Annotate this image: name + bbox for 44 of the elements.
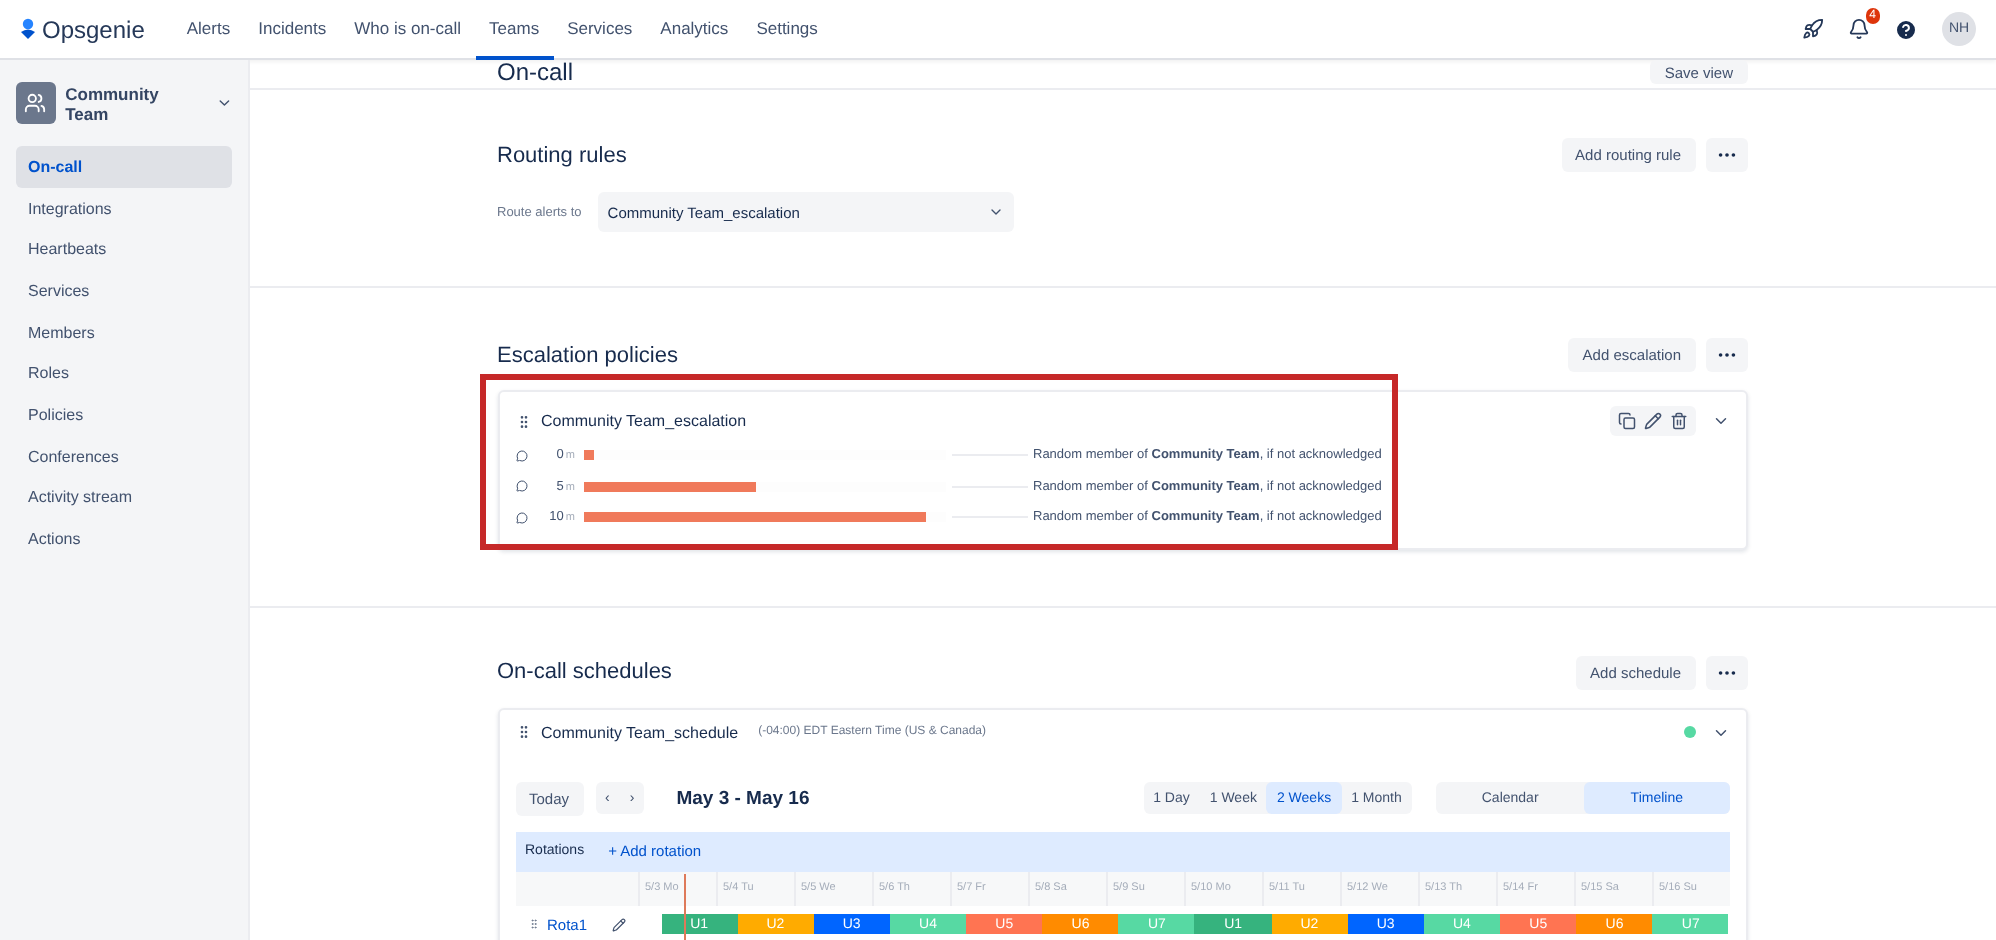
logo-icon — [20, 18, 36, 40]
section-title: Escalation policies — [497, 343, 678, 367]
edit-icon[interactable] — [611, 917, 625, 931]
grid-corner — [515, 871, 637, 905]
drag-handle-icon[interactable] — [515, 724, 531, 740]
team-icon — [16, 82, 56, 124]
nav-tab[interactable]: Settings — [742, 0, 832, 59]
team-name[interactable]: Community Team — [65, 83, 198, 123]
nav-tab[interactable]: Teams — [475, 0, 554, 59]
chat-icon — [515, 511, 527, 524]
policy-name[interactable]: Community Team_escalation — [541, 412, 747, 430]
date-range: May 3 - May 16 — [676, 787, 810, 809]
chevron-down-icon[interactable] — [215, 94, 233, 112]
nav-tab[interactable]: Analytics — [646, 0, 743, 59]
nav-tab[interactable]: Services — [553, 0, 647, 59]
sidebar-item[interactable]: Activity stream — [16, 477, 232, 519]
delete-icon[interactable] — [1669, 412, 1687, 430]
sidebar-item[interactable]: Conferences — [16, 435, 232, 477]
chat-icon — [515, 449, 527, 462]
nav-tab[interactable]: Alerts — [172, 0, 245, 59]
page-title: On-call — [497, 60, 574, 84]
sidebar-item[interactable]: On-call — [16, 146, 232, 188]
sidebar-item[interactable]: Policies — [16, 394, 232, 436]
chat-icon — [515, 480, 527, 493]
schedule-name[interactable]: Community Team_schedule — [541, 723, 739, 741]
chevron-down-icon[interactable] — [987, 204, 1004, 220]
sidebar-item[interactable]: Services — [16, 270, 232, 312]
edit-icon[interactable] — [1643, 412, 1661, 430]
drag-handle-icon[interactable] — [515, 413, 531, 429]
section-title: Routing rules — [497, 143, 627, 167]
sidebar-item[interactable]: Heartbeats — [16, 228, 232, 271]
sidebar-item[interactable]: Integrations — [16, 187, 232, 229]
section-title: On-call schedules — [497, 660, 672, 684]
notifications-icon[interactable] — [1848, 18, 1870, 40]
nav-tab[interactable]: Who is on-call — [340, 0, 476, 59]
nav-tab[interactable]: Incidents — [244, 0, 341, 59]
chevron-down-icon[interactable] — [1711, 412, 1729, 430]
rocket-icon[interactable] — [1802, 18, 1824, 40]
sidebar-item[interactable]: Members — [16, 311, 232, 353]
brand-logo[interactable]: Opsgenie — [20, 15, 145, 43]
sidebar-item[interactable]: Actions — [16, 518, 232, 560]
sidebar-item[interactable]: Roles — [16, 352, 232, 395]
help-icon[interactable] — [1894, 17, 1918, 41]
copy-icon[interactable] — [1617, 412, 1635, 430]
